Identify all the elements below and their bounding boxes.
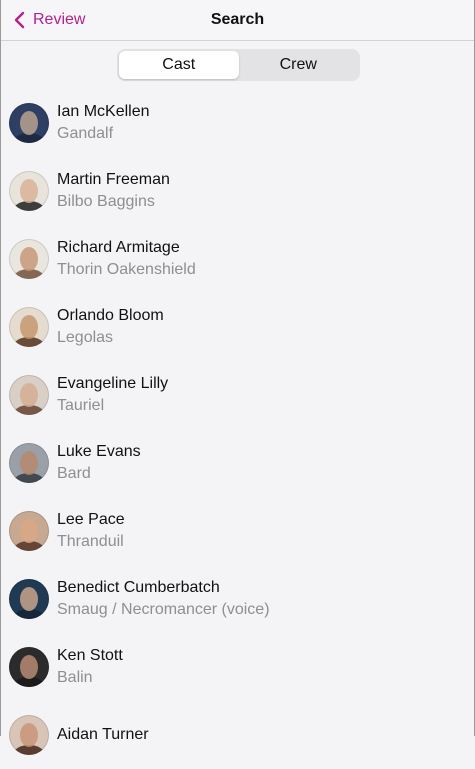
cast-member-name: Martin Freeman (57, 171, 170, 188)
cast-member-text: Ian McKellen Gandalf (57, 101, 150, 145)
list-item[interactable]: Benedict Cumberbatch Smaug / Necromancer … (1, 565, 474, 633)
cast-member-text: Orlando Bloom Legolas (57, 305, 164, 349)
cast-member-name: Evangeline Lilly (57, 375, 169, 392)
avatar (9, 715, 49, 755)
list-item[interactable]: Martin Freeman Bilbo Baggins (1, 157, 474, 225)
avatar (9, 375, 49, 415)
cast-member-text: Luke Evans Bard (57, 441, 141, 485)
cast-member-name: Ian McKellen (57, 103, 150, 120)
cast-member-name: Luke Evans (57, 443, 141, 460)
list-item[interactable]: Evangeline Lilly Tauriel (1, 361, 474, 429)
character-name: Legolas (57, 329, 114, 346)
character-name: Balin (57, 669, 93, 686)
list-item[interactable]: Richard Armitage Thorin Oakenshield (1, 225, 474, 293)
navigation-bar: Review Search (1, 0, 474, 41)
chevron-left-icon (14, 11, 25, 29)
list-item[interactable]: Lee Pace Thranduil (1, 497, 474, 565)
list-item[interactable]: Aidan Turner (1, 701, 474, 769)
avatar (9, 511, 49, 551)
cast-member-name: Lee Pace (57, 511, 125, 528)
cast-list: Ian McKellen Gandalf Martin Freeman Bilbo B… (1, 89, 474, 755)
cast-member-text: Benedict Cumberbatch Smaug / Necromancer … (57, 577, 270, 621)
avatar (9, 307, 49, 347)
cast-member-name: Aidan Turner (57, 726, 149, 743)
character-name: Thranduil (57, 533, 124, 550)
avatar (9, 171, 49, 211)
list-item[interactable]: Ian McKellen Gandalf (1, 89, 474, 157)
avatar (9, 103, 49, 143)
cast-crew-segmented-control: Cast Crew (117, 49, 360, 81)
list-item[interactable]: Ken Stott Balin (1, 633, 474, 701)
cast-member-text: Lee Pace Thranduil (57, 509, 125, 553)
character-name: Bilbo Baggins (57, 193, 155, 210)
back-button-label: Review (33, 11, 86, 28)
avatar (9, 579, 49, 619)
list-item[interactable]: Luke Evans Bard (1, 429, 474, 497)
cast-member-text: Richard Armitage Thorin Oakenshield (57, 237, 196, 281)
segment-cast[interactable]: Cast (119, 51, 239, 79)
character-name: Thorin Oakenshield (57, 261, 196, 278)
segment-crew[interactable]: Crew (239, 51, 359, 79)
cast-member-text: Evangeline Lilly Tauriel (57, 373, 168, 417)
cast-member-text: Aidan Turner (57, 724, 149, 746)
cast-member-text: Ken Stott Balin (57, 645, 123, 689)
avatar (9, 647, 49, 687)
avatar (9, 239, 49, 279)
cast-member-name: Orlando Bloom (57, 307, 164, 324)
character-name: Gandalf (57, 125, 114, 142)
list-item[interactable]: Orlando Bloom Legolas (1, 293, 474, 361)
back-button[interactable]: Review (13, 0, 85, 40)
cast-member-name: Richard Armitage (57, 239, 180, 256)
character-name: Tauriel (57, 397, 105, 414)
cast-member-text: Martin Freeman Bilbo Baggins (57, 169, 170, 213)
character-name: Smaug / Necromancer (voice) (57, 601, 270, 618)
cast-member-name: Benedict Cumberbatch (57, 579, 220, 596)
cast-member-name: Ken Stott (57, 647, 123, 664)
avatar (9, 443, 49, 483)
character-name: Bard (57, 465, 91, 482)
